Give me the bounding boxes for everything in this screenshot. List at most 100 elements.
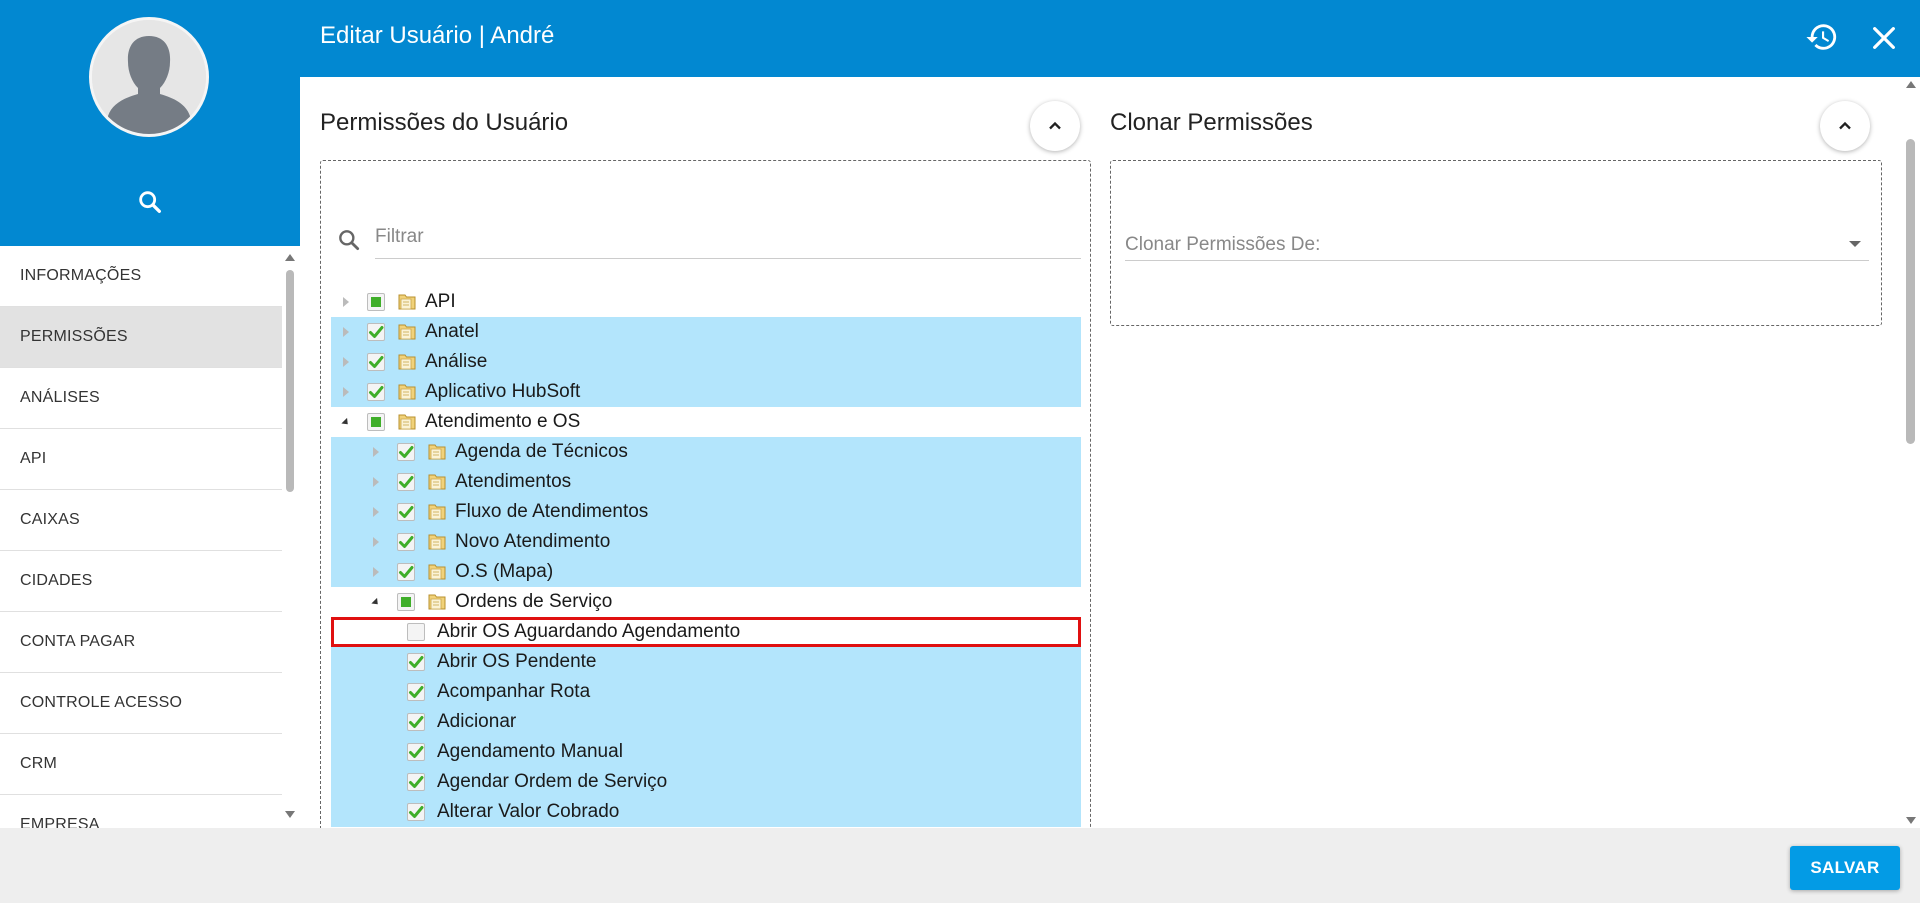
checked-checkbox-icon[interactable]	[397, 533, 415, 551]
sidebar-item[interactable]: CIDADES	[0, 551, 282, 612]
tree-node[interactable]: Anatel	[331, 317, 1081, 347]
checked-checkbox-icon[interactable]	[367, 383, 385, 401]
expanded-arrow-icon[interactable]	[369, 595, 383, 609]
unchecked-checkbox-icon[interactable]	[407, 623, 425, 641]
avatar[interactable]	[89, 17, 209, 137]
folder-icon	[427, 563, 447, 581]
tree-node[interactable]: O.S (Mapa)	[331, 557, 1081, 587]
sidebar-item[interactable]: ANÁLISES	[0, 368, 282, 429]
scrollbar-thumb[interactable]	[1906, 139, 1915, 444]
checked-checkbox-icon[interactable]	[397, 563, 415, 581]
tree-node[interactable]: Novo Atendimento	[331, 527, 1081, 557]
tree-node[interactable]: Abrir OS Pendente	[331, 647, 1081, 677]
permissions-panel: API Anatel Análise Aplicativo HubSoft Atendi…	[320, 160, 1091, 828]
checked-checkbox-icon[interactable]	[407, 683, 425, 701]
collapsed-arrow-icon[interactable]	[339, 385, 353, 399]
scroll-down-arrow-icon[interactable]	[285, 811, 295, 818]
sidebar-item[interactable]: CAIXAS	[0, 490, 282, 551]
tree-node[interactable]: Atendimento e OS	[331, 407, 1081, 437]
tree-node[interactable]: Fluxo de Atendimentos	[331, 497, 1081, 527]
tree-node-label: Abrir OS Pendente	[437, 651, 597, 672]
tree-node-label: Análise	[425, 351, 488, 372]
save-button[interactable]: SALVAR	[1790, 846, 1900, 890]
dialog-header: Editar Usuário | André	[300, 0, 1920, 77]
caret-down-icon	[1849, 241, 1861, 247]
page-title: Editar Usuário | André	[320, 22, 555, 49]
folder-icon	[427, 593, 447, 611]
clone-title: Clonar Permissões	[1110, 109, 1313, 136]
collapsed-arrow-icon[interactable]	[339, 325, 353, 339]
tree-node-label: Alterar Valor Cobrado	[437, 801, 620, 822]
scroll-up-arrow-icon[interactable]	[285, 254, 295, 261]
checked-checkbox-icon[interactable]	[367, 353, 385, 371]
tree-node-label: Acompanhar Rota	[437, 681, 591, 702]
checked-checkbox-icon[interactable]	[407, 803, 425, 821]
dialog-footer: SALVAR	[0, 828, 1920, 903]
checked-checkbox-icon[interactable]	[407, 743, 425, 761]
collapsed-arrow-icon[interactable]	[369, 475, 383, 489]
main-scrollbar[interactable]	[1902, 77, 1920, 828]
tree-node[interactable]: Abrir OS Aguardando Agendamento	[331, 617, 1081, 647]
partial-checkbox-icon[interactable]	[367, 413, 385, 431]
tree-node[interactable]: Agenda de Técnicos	[331, 437, 1081, 467]
checked-checkbox-icon[interactable]	[407, 713, 425, 731]
folder-icon	[397, 383, 417, 401]
checked-checkbox-icon[interactable]	[397, 473, 415, 491]
search-icon[interactable]	[136, 188, 164, 216]
sidebar-item[interactable]: CRM	[0, 734, 282, 795]
tree-node-label: Agendar Ordem de Serviço	[437, 771, 668, 792]
filter-input[interactable]	[375, 215, 1081, 259]
tree-node[interactable]: API	[331, 287, 1081, 317]
history-button[interactable]	[1805, 20, 1839, 54]
sidebar-item[interactable]: PERMISSÕES	[0, 307, 282, 368]
search-icon	[336, 227, 362, 253]
clone-from-select[interactable]: Clonar Permissões De:	[1125, 211, 1869, 261]
checked-checkbox-icon[interactable]	[367, 323, 385, 341]
collapsed-arrow-icon[interactable]	[369, 565, 383, 579]
checked-checkbox-icon[interactable]	[407, 653, 425, 671]
tree-node[interactable]: Agendar Ordem de Serviço	[331, 767, 1081, 797]
tree-node[interactable]: Agendamento Manual	[331, 737, 1081, 767]
collapsed-arrow-icon[interactable]	[339, 295, 353, 309]
tree-node-label: Atendimento e OS	[425, 411, 581, 432]
permissions-tree: API Anatel Análise Aplicativo HubSoft Atendi…	[331, 287, 1081, 827]
history-icon	[1806, 24, 1837, 50]
user-silhouette-icon	[92, 20, 206, 134]
collapsed-arrow-icon[interactable]	[369, 445, 383, 459]
sidebar-item[interactable]: API	[0, 429, 282, 490]
checked-checkbox-icon[interactable]	[407, 773, 425, 791]
tree-node[interactable]: Atendimentos	[331, 467, 1081, 497]
collapsed-arrow-icon[interactable]	[339, 355, 353, 369]
checked-checkbox-icon[interactable]	[397, 443, 415, 461]
tree-node[interactable]: Aplicativo HubSoft	[331, 377, 1081, 407]
sidebar-item[interactable]: EMPRESA	[0, 795, 282, 828]
partial-checkbox-icon[interactable]	[397, 593, 415, 611]
scroll-up-arrow-icon[interactable]	[1906, 81, 1916, 88]
tree-node-label: Ordens de Serviço	[455, 591, 613, 612]
sidebar-item[interactable]: INFORMAÇÕES	[0, 246, 282, 307]
tree-node[interactable]: Ordens de Serviço	[331, 587, 1081, 617]
chevron-up-icon	[1839, 121, 1851, 130]
tree-node-label: Abrir OS Aguardando Agendamento	[437, 621, 741, 642]
partial-checkbox-icon[interactable]	[367, 293, 385, 311]
tree-node[interactable]: Acompanhar Rota	[331, 677, 1081, 707]
tree-node-label: Agenda de Técnicos	[455, 441, 628, 462]
collapsed-arrow-icon[interactable]	[369, 535, 383, 549]
scroll-down-arrow-icon[interactable]	[1906, 817, 1916, 824]
checked-checkbox-icon[interactable]	[397, 503, 415, 521]
folder-icon	[427, 473, 447, 491]
collapse-clone-button[interactable]	[1820, 101, 1870, 151]
filter-row	[331, 215, 1081, 259]
tree-node[interactable]: Adicionar	[331, 707, 1081, 737]
tree-node[interactable]: Alterar Valor Cobrado	[331, 797, 1081, 827]
collapse-permissions-button[interactable]	[1030, 101, 1080, 151]
close-button[interactable]	[1868, 22, 1900, 54]
clone-panel: Clonar Permissões De:	[1110, 160, 1882, 326]
expanded-arrow-icon[interactable]	[339, 415, 353, 429]
scrollbar-thumb[interactable]	[286, 270, 294, 492]
collapsed-arrow-icon[interactable]	[369, 505, 383, 519]
sidebar-scrollbar[interactable]	[283, 250, 297, 822]
sidebar-item[interactable]: CONTROLE ACESSO	[0, 673, 282, 734]
sidebar-item[interactable]: CONTA PAGAR	[0, 612, 282, 673]
tree-node[interactable]: Análise	[331, 347, 1081, 377]
